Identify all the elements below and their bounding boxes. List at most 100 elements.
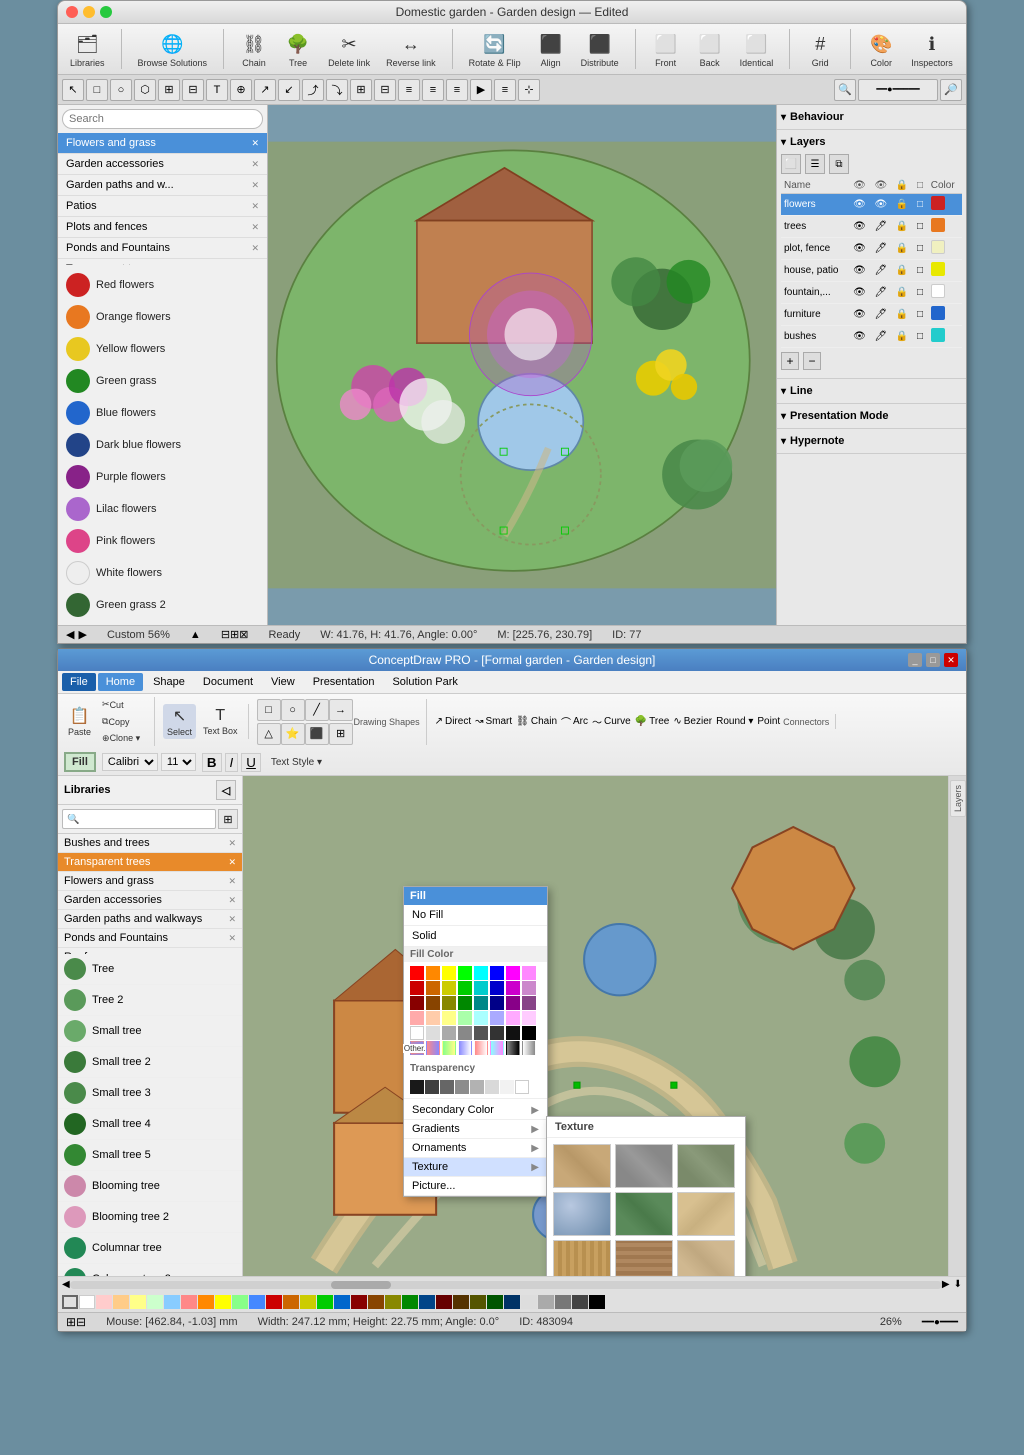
lib-item-blooming[interactable]: Blooming tree bbox=[58, 1171, 242, 1202]
trans-cell[interactable] bbox=[455, 1080, 469, 1094]
lib-item-tree[interactable]: Tree bbox=[58, 954, 242, 985]
lib-cat-ponds[interactable]: Ponds and Fountains ✕ bbox=[58, 929, 242, 948]
swatch-11[interactable] bbox=[266, 1295, 282, 1309]
swatch-14[interactable] bbox=[317, 1295, 333, 1309]
line-title[interactable]: Line bbox=[781, 383, 962, 399]
layer-row[interactable]: plot, fence 👁 🖊 🔒 □ bbox=[781, 238, 962, 260]
color-darkgray[interactable] bbox=[474, 1026, 488, 1040]
list-item[interactable]: Yellow flowers bbox=[62, 333, 263, 365]
lib-cat-bushes[interactable]: Bushes and trees ✕ bbox=[58, 834, 242, 853]
bold-btn[interactable]: B bbox=[202, 753, 222, 772]
no-color-swatch[interactable] bbox=[62, 1295, 78, 1309]
color-brown[interactable] bbox=[426, 996, 440, 1010]
remove-layer-btn[interactable]: − bbox=[803, 352, 821, 370]
draw-oval[interactable]: ○ bbox=[281, 699, 305, 721]
swatch-20[interactable] bbox=[419, 1295, 435, 1309]
texture-3[interactable] bbox=[677, 1144, 735, 1188]
rect-tool[interactable]: □ bbox=[86, 79, 108, 101]
draw-line[interactable]: ╱ bbox=[305, 699, 329, 721]
clone-btn[interactable]: ⊕ Clone ▾ bbox=[98, 731, 148, 746]
solid-option[interactable]: Solid bbox=[404, 926, 547, 947]
texture-6[interactable] bbox=[677, 1192, 735, 1236]
color-teal[interactable] bbox=[474, 996, 488, 1010]
color-lightblue[interactable] bbox=[490, 1011, 504, 1025]
copy-btn[interactable]: ⧉ Copy bbox=[98, 714, 148, 729]
t7[interactable]: ⊞ bbox=[350, 79, 372, 101]
swatch-17[interactable] bbox=[368, 1295, 384, 1309]
close-btn[interactable]: ✕ bbox=[944, 653, 958, 667]
color-peach[interactable] bbox=[426, 1011, 440, 1025]
texture-8[interactable] bbox=[615, 1240, 673, 1276]
color-mauve[interactable] bbox=[522, 996, 536, 1010]
layer-list-btn[interactable]: ☰ bbox=[805, 154, 825, 174]
t14[interactable]: ⊹ bbox=[518, 79, 540, 101]
cat-patios[interactable]: Patios ✕ bbox=[58, 196, 267, 217]
zoom-up-btn[interactable]: ▲ bbox=[190, 629, 201, 641]
swatch-28[interactable] bbox=[555, 1295, 571, 1309]
scroll-right[interactable]: ▶ bbox=[942, 1279, 950, 1290]
secondary-color-menu[interactable]: Secondary Color ▶ bbox=[404, 1101, 547, 1120]
color-lightpurple[interactable] bbox=[522, 981, 536, 995]
layer-row[interactable]: trees 👁 🖊 🔒 □ bbox=[781, 216, 962, 238]
menu-shape[interactable]: Shape bbox=[145, 673, 193, 691]
list-item[interactable]: White flowers bbox=[62, 557, 263, 589]
swatch-3[interactable] bbox=[130, 1295, 146, 1309]
menu-presentation[interactable]: Presentation bbox=[305, 673, 383, 691]
cat-garden-accessories[interactable]: Garden accessories ✕ bbox=[58, 154, 267, 175]
t12[interactable]: ▶ bbox=[470, 79, 492, 101]
text-style-btn[interactable]: Text Style ▾ bbox=[267, 755, 326, 770]
grid-tool[interactable]: ⊟ bbox=[182, 79, 204, 101]
swatch-24[interactable] bbox=[487, 1295, 503, 1309]
back-btn[interactable]: ⬜ Back bbox=[692, 28, 728, 70]
color-olive[interactable] bbox=[442, 996, 456, 1010]
grad2[interactable] bbox=[442, 1041, 456, 1055]
front-btn[interactable]: ⬜ Front bbox=[648, 28, 684, 70]
list-item[interactable]: Dark blue flowers bbox=[62, 429, 263, 461]
paste-btn[interactable]: 📋 Paste bbox=[64, 704, 95, 739]
text-box-btn[interactable]: T Text Box bbox=[199, 705, 242, 738]
t4[interactable]: ↙ bbox=[278, 79, 300, 101]
lib-item-small-tree2[interactable]: Small tree 2 bbox=[58, 1047, 242, 1078]
add-layer-btn[interactable]: + bbox=[781, 352, 799, 370]
other-color-btn[interactable]: Other... bbox=[410, 1041, 424, 1055]
color-orange[interactable] bbox=[426, 966, 440, 980]
color-darkyellow[interactable] bbox=[442, 981, 456, 995]
align-btn[interactable]: ⬛ Align bbox=[533, 28, 569, 70]
behaviour-title[interactable]: Behaviour bbox=[781, 109, 962, 125]
lib-item-columnar2[interactable]: Columnar tree 2 bbox=[58, 1264, 242, 1276]
identical-btn[interactable]: ⬜ Identical bbox=[736, 28, 778, 70]
color-verydarkred[interactable] bbox=[410, 996, 424, 1010]
bottom-canvas-wrap[interactable]: Fill No Fill Solid Fill Color bbox=[243, 776, 966, 1276]
swatch-13[interactable] bbox=[300, 1295, 316, 1309]
lib-item-small-tree5[interactable]: Small tree 5 bbox=[58, 1140, 242, 1171]
t13[interactable]: ≡ bbox=[494, 79, 516, 101]
layers-title[interactable]: Layers bbox=[781, 134, 962, 150]
libraries-btn[interactable]: 🗂 Libraries bbox=[66, 28, 109, 70]
swatch-25[interactable] bbox=[504, 1295, 520, 1309]
color-black[interactable] bbox=[522, 1026, 536, 1040]
rotate-flip-btn[interactable]: 🔄 Rotate & Flip bbox=[465, 28, 525, 70]
reverse-link-btn[interactable]: ↔ Reverse link bbox=[382, 28, 440, 70]
texture-menu[interactable]: Texture ▶ bbox=[404, 1158, 547, 1177]
trans-cell[interactable] bbox=[425, 1080, 439, 1094]
color-almostblack[interactable] bbox=[506, 1026, 520, 1040]
texture-5[interactable] bbox=[615, 1192, 673, 1236]
zoom-out-btn[interactable]: 🔍 bbox=[834, 79, 856, 101]
color-btn[interactable]: 🎨 Color bbox=[863, 28, 899, 70]
fill-btn[interactable]: Fill bbox=[64, 752, 96, 772]
color-white[interactable] bbox=[410, 1026, 424, 1040]
color-lightgreen[interactable] bbox=[458, 1011, 472, 1025]
white-swatch[interactable] bbox=[79, 1295, 95, 1309]
draw-arrow[interactable]: → bbox=[329, 699, 353, 721]
color-midgray[interactable] bbox=[458, 1026, 472, 1040]
trans-cell[interactable] bbox=[515, 1080, 529, 1094]
swatch-15[interactable] bbox=[334, 1295, 350, 1309]
color-lightyellow[interactable] bbox=[442, 1011, 456, 1025]
color-cyan[interactable] bbox=[474, 966, 488, 980]
t2[interactable]: ⊕ bbox=[230, 79, 252, 101]
texture-7[interactable] bbox=[553, 1240, 611, 1276]
draw-more[interactable]: ⊞ bbox=[329, 723, 353, 745]
draw-star[interactable]: ⭐ bbox=[281, 723, 305, 745]
color-red[interactable] bbox=[410, 966, 424, 980]
scroll-thumb[interactable] bbox=[331, 1281, 391, 1289]
